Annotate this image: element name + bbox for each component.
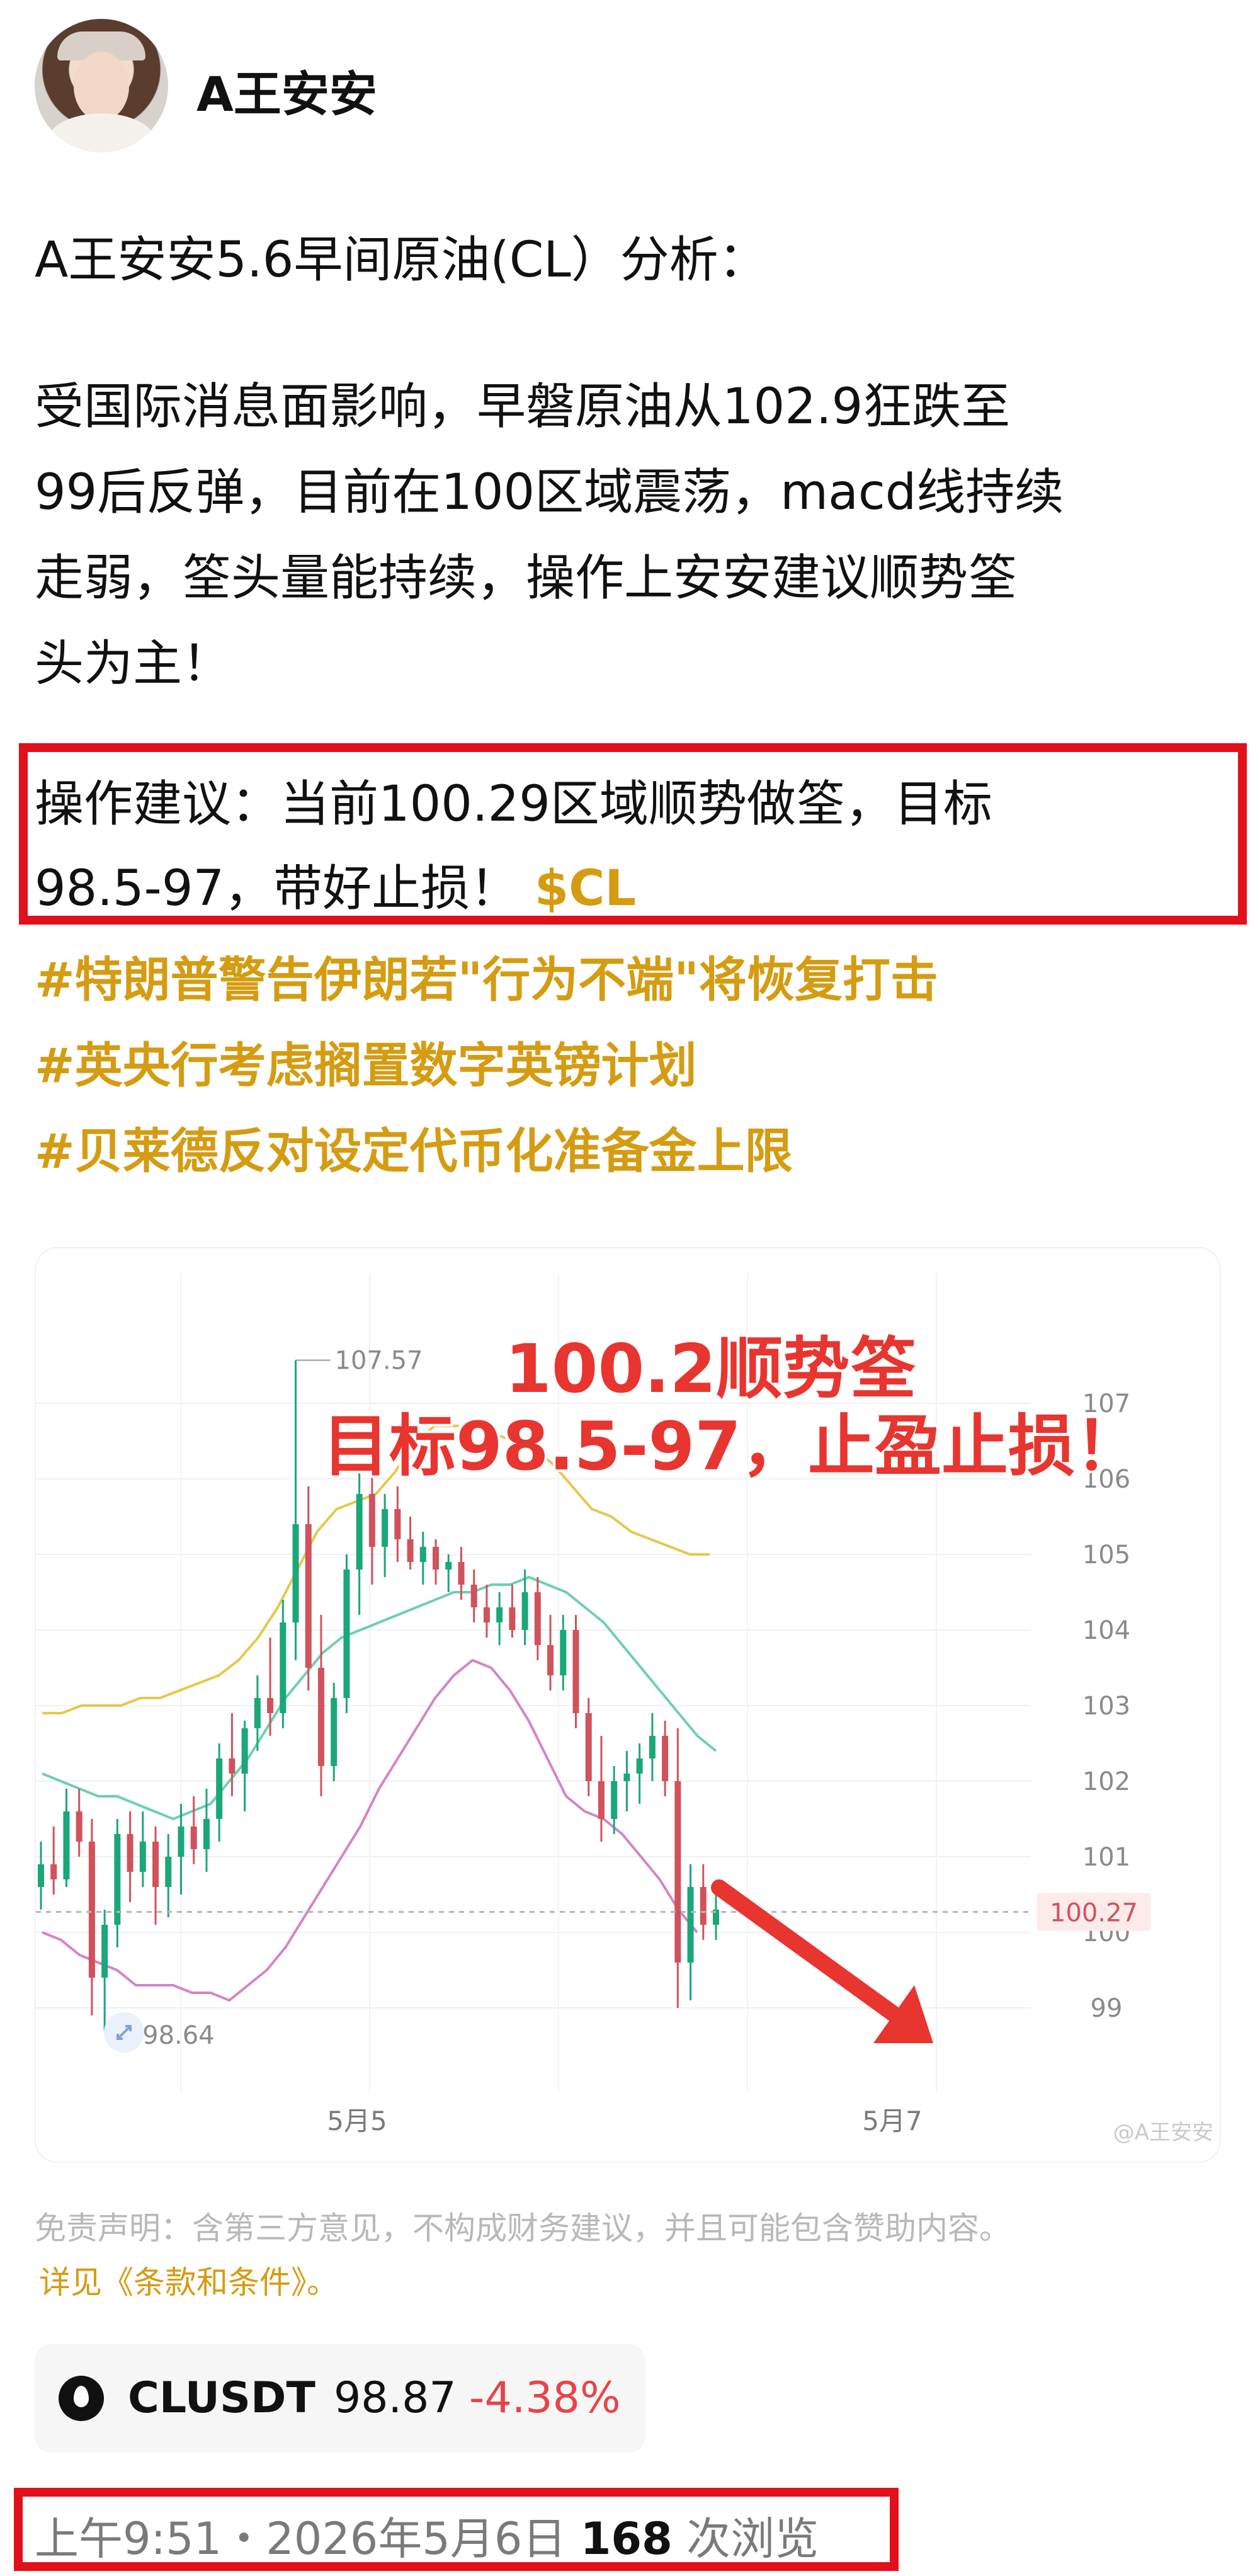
candle-body [331,1698,338,1766]
high-label: 107.57 [335,1347,423,1376]
paragraph-line: 受国际消息面影响，早磐原油从102.9狂跌至 [35,379,1011,435]
candle-body [611,1781,618,1819]
candle-body [63,1811,70,1879]
candle-body [394,1509,401,1539]
candle-body [560,1630,567,1675]
candle-body [203,1819,210,1849]
hashtag-link[interactable]: #贝莱德反对设定代币化准备金上限 [35,1112,793,1182]
candle-body [419,1547,426,1562]
candle-body [368,1494,375,1547]
candle-body [407,1539,414,1562]
y-tick-label: 104 [1082,1616,1130,1645]
post-paragraph: 受国际消息面影响，早磐原油从102.9狂跌至 99后反弹，目前在100区域震荡，… [35,364,1225,707]
avatar-shirt [47,113,156,152]
candle-body [534,1592,541,1645]
candle-body [470,1585,477,1607]
candle-body [127,1834,133,1872]
username[interactable]: A王安安 [196,55,377,125]
candle-body [598,1781,605,1819]
oil-drop-icon [59,2376,104,2421]
cashtag-link[interactable]: $CL [535,860,636,917]
candle-body [572,1630,579,1713]
avatar-face [74,52,129,121]
candle-body [509,1607,516,1630]
candle-body [101,1925,108,1978]
ticker-change: -4.38% [469,2373,621,2423]
y-tick-label: 99 [1091,1994,1123,2023]
candle-body [178,1827,185,1857]
terms-link[interactable]: 详见《条款和条件》。 [39,2257,338,2303]
candle-body [50,1864,57,1879]
candle-body [267,1698,274,1713]
candle-body [216,1758,223,1819]
candle-body [382,1509,389,1547]
candle-body [88,1842,95,1978]
candle-body [305,1524,312,1668]
candle-body [241,1728,248,1774]
disclaimer-text: 免责声明：含第三方意见，不构成财务建议，并且可能包含赞助内容。 [35,2210,1011,2247]
post-title: A王安安5.6早间原油(CL）分析： [35,232,768,288]
paragraph-line: 头为主！ [35,635,232,692]
candle-body [636,1758,643,1774]
low-label: 98.64 [142,2021,215,2050]
candle-body [687,1887,694,1963]
candle-body [76,1811,82,1842]
candle-body [585,1713,592,1781]
candle-body [674,1781,681,1963]
candle-body [700,1887,707,1925]
y-tick-label: 105 [1082,1541,1130,1570]
x-tick-label: 5月7 [862,2106,922,2136]
candle-body [343,1570,350,1698]
ticker-chip[interactable]: CLUSDT 98.87 -4.38% [35,2344,645,2453]
candle-body [229,1758,236,1774]
views-label: 次浏览 [686,2513,819,2565]
advice-text: 操作建议：当前100.29区域顺势做筌，目标 98.5-97，带好止损！ $CL [35,762,1218,931]
ticker-symbol: CLUSDT [128,2373,315,2423]
chart-card[interactable]: 107 106 105 104 103 102 101 100 99 100.27 107.57 98… [35,1247,1221,2163]
hashtag-link[interactable]: #英央行考虑搁置数字英镑计划 [35,1027,697,1096]
candle-body [152,1842,159,1887]
chart-annotation: 目标98.5-97，止盈止损！ [322,1408,1142,1485]
hashtag-link[interactable]: #特朗普警告伊朗若"行为不端"将恢复打击 [35,941,938,1010]
current-price-label: 100.27 [1050,1899,1138,1928]
advice-line: 操作建议：当前100.29区域顺势做筌，目标 [35,776,992,833]
advice-line: 98.5-97，带好止损！ [35,860,520,917]
post-meta: 上午9:51・2026年5月6日 168 次浏览 [35,2504,819,2567]
post-time: 上午9:51・2026年5月6日 [35,2513,567,2565]
x-tick-label: 5月5 [327,2106,387,2136]
candle-body [445,1562,452,1570]
avatar[interactable] [35,19,168,152]
candle-body [547,1645,554,1675]
advice-line-2: 98.5-97，带好止损！ $CL [35,846,1218,931]
candle-body [317,1668,324,1766]
candle-body [483,1607,490,1622]
candle-body [292,1524,299,1622]
candle-body [433,1547,440,1570]
y-tick-label: 101 [1082,1843,1130,1872]
candle-body [38,1864,44,1887]
candle-body [623,1774,630,1781]
candle-body [254,1698,261,1728]
arrow-icon [711,1879,933,2043]
candle-body [496,1607,503,1622]
candle-body [458,1562,465,1585]
expand-icon [104,2012,144,2053]
candle-body [662,1736,669,1781]
candle-body [139,1842,146,1872]
watermark: @A王安安 [1113,2120,1213,2145]
views-count: 168 [580,2513,673,2565]
candle-body [649,1736,656,1758]
ticker-price: 98.87 [334,2373,457,2423]
y-tick-label: 102 [1082,1767,1130,1796]
paragraph-line: 走弱，筌头量能持续，操作上安安建议顺势筌 [35,550,1018,607]
paragraph-line: 99后反弹，目前在100区域震荡，macd线持续 [35,464,1064,521]
candle-body [521,1592,528,1630]
candle-body [190,1827,197,1849]
oil-drop-glyph [74,2386,89,2407]
candle-body [280,1622,287,1713]
candle-body [356,1494,363,1570]
y-tick-label: 103 [1082,1692,1130,1721]
candle-body [165,1857,172,1887]
